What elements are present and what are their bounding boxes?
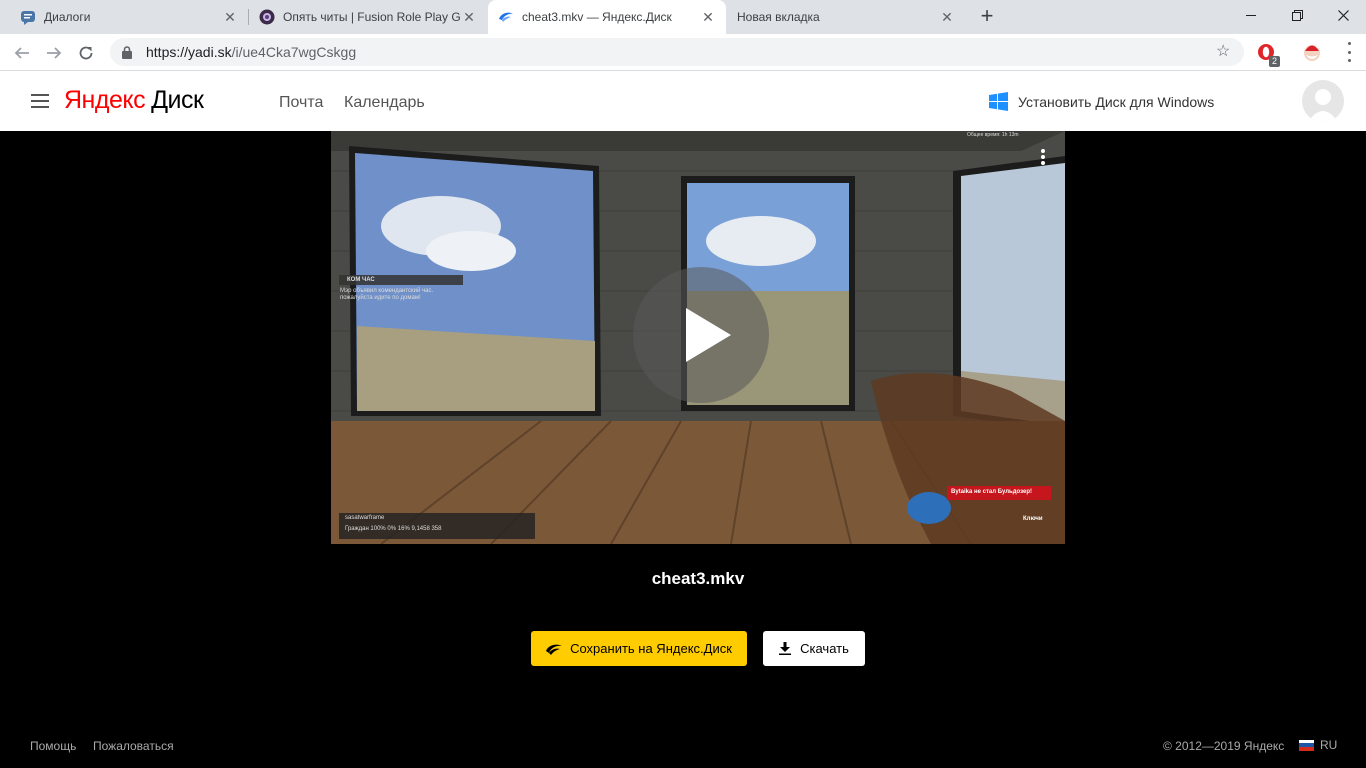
fusion-rp-icon [259, 9, 275, 25]
extension-badge: 2 [1268, 56, 1280, 67]
tab-title: Диалоги [44, 10, 91, 24]
menu-icon[interactable] [31, 94, 49, 108]
hud-player-name: sasatwarframe [345, 515, 385, 521]
close-tab-icon[interactable]: ✕ [939, 9, 955, 25]
windows-icon [989, 92, 1008, 111]
hud-stats: Граждан 100% 0% 16% 9,1458 358 [345, 526, 442, 532]
santa-extension-icon[interactable] [1301, 41, 1323, 63]
tab-fusion-rp[interactable]: Опять читы | Fusion Role Play Gr ✕ [249, 0, 487, 34]
copyright: © 2012—2019 Яндекс [1163, 739, 1285, 753]
bookmark-star-icon[interactable]: ☆ [1216, 44, 1232, 60]
url-host: https://yadi.sk [146, 44, 232, 60]
yandex-disk-icon [498, 9, 514, 25]
address-bar[interactable]: https://yadi.sk/i/ue4Cka7wgCskgg ☆ [110, 38, 1244, 66]
player-menu-icon[interactable] [1041, 149, 1045, 165]
hud-chat-line: пожалуйста идите по домам! [340, 295, 421, 301]
close-window-icon[interactable] [1320, 0, 1366, 30]
tab-dialogs[interactable]: Диалоги ✕ [10, 0, 248, 34]
hud-keys: Ключи [1023, 516, 1043, 522]
language-switcher[interactable]: RU [1299, 738, 1337, 752]
video-player[interactable]: КОМ ЧАС Мэр объявил комендантский час. п… [331, 131, 1065, 544]
browser-menu-icon[interactable] [1346, 42, 1352, 62]
tab-yandex-disk[interactable]: cheat3.mkv — Яндекс.Диск ✕ [488, 0, 726, 34]
lock-icon [120, 45, 134, 59]
tab-title: cheat3.mkv — Яндекс.Диск [522, 10, 672, 24]
tab-new-tab[interactable]: Новая вкладка ✕ [727, 0, 965, 34]
russia-flag-icon [1299, 739, 1314, 751]
avatar[interactable] [1302, 80, 1344, 122]
reload-icon[interactable] [73, 40, 99, 66]
report-link[interactable]: Пожаловаться [93, 739, 174, 753]
download-button-label: Скачать [800, 641, 849, 656]
new-tab-icon[interactable]: + [976, 5, 998, 29]
close-tab-icon[interactable]: ✕ [700, 9, 716, 25]
nav-calendar[interactable]: Календарь [344, 94, 425, 112]
logo-disk: Диск [151, 86, 204, 114]
url-path: /i/ue4Cka7wgCskgg [231, 44, 357, 60]
yandex-disk-icon [546, 644, 563, 655]
save-to-disk-button[interactable]: Сохранить на Яндекс.Диск [531, 631, 747, 666]
back-icon[interactable] [9, 40, 35, 66]
vk-dialogs-icon [20, 9, 36, 25]
browser-tabstrip: Диалоги ✕ Опять читы | Fusion Role Play … [0, 0, 1366, 34]
help-link[interactable]: Помощь [30, 739, 76, 753]
browser-toolbar: https://yadi.sk/i/ue4Cka7wgCskgg ☆ 2 [0, 34, 1366, 71]
restore-icon[interactable] [1274, 0, 1320, 30]
install-disk-link[interactable]: Установить Диск для Windows [988, 91, 1214, 112]
save-button-label: Сохранить на Яндекс.Диск [570, 641, 732, 656]
close-tab-icon[interactable]: ✕ [222, 9, 238, 25]
play-button-icon[interactable] [633, 267, 769, 403]
yandex-header: Яндекс Диск Почта Календарь Установить Ди… [0, 71, 1366, 131]
hud-time: Общее время: 1h 13m [967, 132, 1019, 138]
hud-chat-line: Мэр объявил комендантский час. [340, 288, 434, 294]
install-label: Установить Диск для Windows [1018, 93, 1215, 110]
hud-warning: Bytaika не стал Бульдозер! [951, 489, 1033, 495]
opera-extension-icon[interactable]: 2 [1255, 41, 1280, 67]
logo-yandex: Яндекс [64, 86, 146, 114]
hud-chat-title: КОМ ЧАС [347, 277, 375, 283]
nav-mail[interactable]: Почта [279, 94, 323, 112]
file-name: cheat3.mkv [651, 569, 745, 588]
download-button[interactable]: Скачать [763, 631, 865, 666]
forward-icon[interactable] [41, 40, 67, 66]
tab-title: Новая вкладка [737, 10, 820, 24]
download-icon [779, 642, 792, 655]
tab-title: Опять читы | Fusion Role Play Gr [283, 10, 461, 24]
yandex-disk-logo[interactable]: Яндекс Диск [64, 86, 204, 115]
language-label: RU [1320, 738, 1338, 752]
close-tab-icon[interactable]: ✕ [461, 9, 477, 25]
minimize-icon[interactable] [1228, 0, 1274, 30]
